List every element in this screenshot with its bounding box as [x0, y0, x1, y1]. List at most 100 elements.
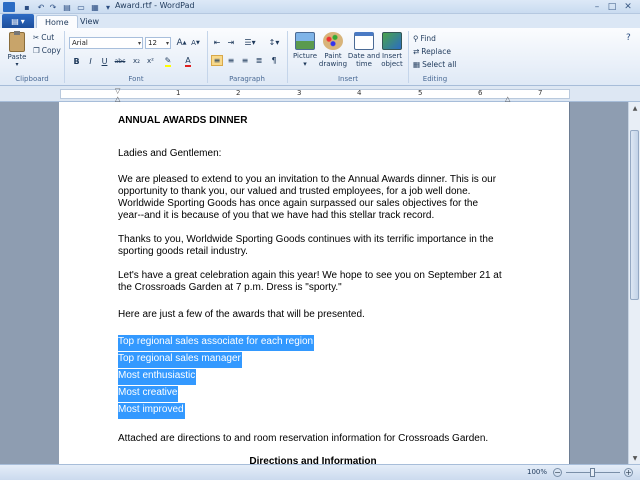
align-center-icon[interactable]: ≡ — [225, 55, 237, 66]
ruler-number: 5 — [418, 89, 423, 97]
date-time-label: Date and time — [347, 52, 381, 68]
increase-indent-icon[interactable]: ⇥ — [225, 37, 237, 48]
document-area[interactable]: ANNUAL AWARDS DINNER Ladies and Gentleme… — [0, 102, 628, 464]
selected-award-item[interactable]: Top regional sales associate for each re… — [118, 335, 315, 351]
tab-view[interactable]: View — [72, 15, 107, 28]
bold-button[interactable]: B — [70, 55, 83, 67]
font-size-value: 12 — [148, 39, 157, 47]
scroll-thumb[interactable] — [630, 130, 639, 300]
text-line: Let's have a great celebration again thi… — [118, 270, 502, 281]
ruler-number: 2 — [236, 89, 241, 97]
date-time-button[interactable]: Date and time — [347, 32, 381, 72]
clipboard-group-label: Clipboard — [15, 75, 49, 83]
close-button[interactable]: ✕ — [621, 1, 635, 12]
text-color-button[interactable]: A — [180, 55, 196, 67]
insert-group-label: Insert — [337, 75, 359, 83]
minimize-button[interactable]: – — [590, 1, 604, 12]
ruler-number: 4 — [357, 89, 362, 97]
group-separator — [64, 31, 65, 83]
align-right-icon[interactable]: ≡ — [239, 55, 251, 66]
undo-icon[interactable]: ↶ — [36, 2, 46, 12]
strikethrough-button[interactable]: abc — [112, 55, 128, 67]
text-color-label: A — [185, 55, 191, 67]
replace-button[interactable]: ⇄ Replace — [413, 47, 451, 56]
selected-award-item[interactable]: Most improved — [118, 403, 185, 419]
decrease-indent-icon[interactable]: ⇤ — [211, 37, 223, 48]
zoom-slider-thumb[interactable] — [590, 468, 595, 477]
document-heading: ANNUAL AWARDS DINNER — [118, 115, 248, 126]
zoom-in-button[interactable]: + — [624, 468, 633, 477]
copy-icon: ❐ — [33, 46, 40, 55]
paragraph-invitation: We are pleased to extend to you an invit… — [118, 174, 508, 222]
scroll-up-icon[interactable]: ▲ — [630, 102, 640, 114]
insert-object-button[interactable]: Insert object — [378, 32, 406, 72]
italic-button[interactable]: I — [84, 55, 97, 67]
app-icon[interactable] — [3, 2, 15, 12]
text-line: sporting goods retail industry. — [118, 246, 248, 257]
print-preview-icon[interactable]: ▦ — [90, 2, 100, 12]
paint-drawing-button[interactable]: Paint drawing — [316, 32, 350, 72]
align-left-icon[interactable]: ≡ — [211, 55, 223, 66]
text-line: Worldwide Sporting Goods has once again … — [118, 198, 479, 209]
ruler-number: 7 — [538, 89, 543, 97]
paragraph-dialog-icon[interactable]: ¶ — [268, 55, 280, 66]
shrink-font-icon: ▼ — [195, 40, 200, 46]
awards-list[interactable]: Top regional sales associate for each re… — [118, 334, 508, 419]
help-icon[interactable]: ? — [626, 33, 631, 43]
ruler-number: 6 — [478, 89, 483, 97]
paint-palette-icon — [323, 32, 343, 50]
binoculars-icon: ⚲ — [413, 34, 419, 43]
selected-award-item[interactable]: Most enthusiastic — [118, 369, 197, 385]
group-separator — [408, 31, 409, 83]
font-size-select[interactable]: 12 ▾ — [145, 37, 171, 49]
customize-qat-icon[interactable]: ▾ — [103, 2, 113, 12]
paragraph-celebration: Let's have a great celebration again thi… — [118, 270, 508, 294]
copy-button[interactable]: ❐ Copy — [33, 46, 61, 55]
file-menu-button[interactable]: ▤ ▾ — [2, 14, 34, 28]
select-all-button[interactable]: ▦ Select all — [413, 60, 456, 69]
justify-icon[interactable]: ≣ — [253, 55, 265, 66]
vertical-scrollbar[interactable]: ▲ ▼ — [628, 102, 640, 464]
superscript-button[interactable]: x² — [144, 55, 157, 67]
underline-button[interactable]: U — [98, 55, 111, 67]
selected-award-item[interactable]: Top regional sales manager — [118, 352, 242, 368]
replace-label: Replace — [421, 47, 451, 56]
salutation: Ladies and Gentlemen: — [118, 148, 222, 159]
maximize-button[interactable]: □ — [605, 1, 619, 12]
paint-drawing-label: Paint drawing — [318, 52, 348, 68]
line-spacing-icon[interactable]: ↕▾ — [264, 37, 284, 48]
zoom-out-button[interactable]: − — [553, 468, 562, 477]
shrink-font-button[interactable]: A ▼ — [189, 37, 202, 49]
cut-label: Cut — [41, 33, 55, 42]
chevron-down-icon: ▾ — [303, 60, 307, 68]
paste-button[interactable]: Paste ▾ — [4, 31, 30, 72]
cut-button[interactable]: ✂ Cut — [33, 33, 54, 42]
scroll-down-icon[interactable]: ▼ — [630, 452, 640, 464]
zoom-level: 100% — [527, 468, 548, 476]
ruler-track[interactable] — [60, 89, 570, 99]
paragraph-thanks: Thanks to you, Worldwide Sporting Goods … — [118, 234, 508, 258]
font-family-select[interactable]: Arial ▾ — [69, 37, 143, 49]
directions-subheading: Directions and Information — [249, 456, 377, 464]
bullets-icon[interactable]: ☰▾ — [240, 37, 260, 48]
chevron-down-icon: ▾ — [137, 39, 141, 47]
open-icon[interactable]: ▭ — [76, 2, 86, 12]
chevron-down-icon: ▾ — [15, 61, 19, 68]
redo-icon[interactable]: ↷ — [48, 2, 58, 12]
highlighter-icon: ✎ — [164, 55, 172, 67]
status-bar: 100% − + — [0, 464, 640, 480]
save-icon[interactable]: ▪ — [22, 2, 32, 12]
paragraph-awards-intro: Here are just a few of the awards that w… — [118, 309, 365, 320]
grow-font-button[interactable]: A ▲ — [175, 37, 188, 49]
first-line-indent-marker[interactable]: ▽ — [115, 87, 120, 95]
text-line: We are pleased to extend to you an invit… — [118, 174, 497, 185]
paste-label: Paste — [7, 53, 27, 61]
document-page[interactable]: ANNUAL AWARDS DINNER Ladies and Gentleme… — [59, 102, 569, 464]
highlight-color-button[interactable]: ✎ — [160, 55, 176, 67]
ruler-number: 1 — [176, 89, 181, 97]
find-button[interactable]: ⚲ Find — [413, 34, 436, 43]
selected-award-item[interactable]: Most creative — [118, 386, 179, 402]
find-label: Find — [420, 34, 436, 43]
subscript-button[interactable]: x₂ — [130, 55, 143, 67]
print-icon[interactable]: ▤ — [62, 2, 72, 12]
